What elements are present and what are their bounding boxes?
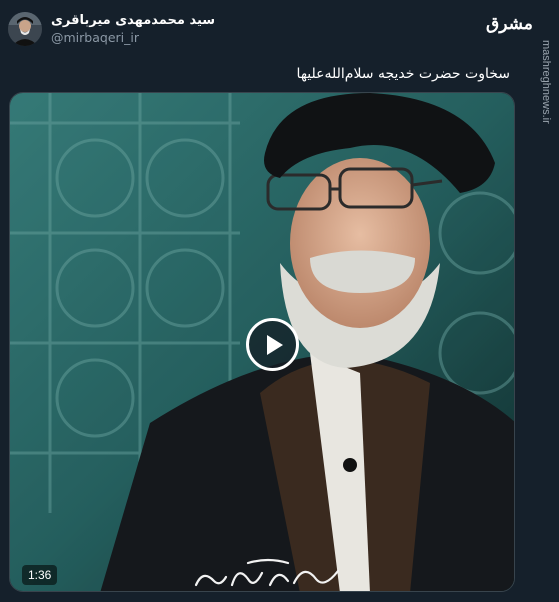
watermark-url: mashreghnews.ir [540, 40, 552, 124]
video-duration: 1:36 [22, 565, 58, 585]
avatar[interactable] [8, 12, 42, 46]
signature-watermark [194, 558, 340, 587]
tweet-text: سخاوت حضرت خدیجه سلام‌الله‌علیها [296, 66, 510, 82]
author-handle[interactable]: @mirbaqeri_ir [51, 29, 215, 46]
tweet-card: سید محمدمهدی میرباقری @mirbaqeri_ir مشرق… [0, 0, 559, 602]
play-icon [266, 334, 283, 355]
logo-text: مشرق [486, 14, 533, 34]
tweet-author[interactable]: سید محمدمهدی میرباقری @mirbaqeri_ir [8, 8, 368, 50]
video-player[interactable]: 1:36 [9, 92, 515, 592]
author-names: سید محمدمهدی میرباقری @mirbaqeri_ir [51, 12, 215, 46]
author-display-name[interactable]: سید محمدمهدی میرباقری [51, 12, 215, 29]
mashregh-logo: مشرق [486, 8, 533, 44]
play-button[interactable] [246, 318, 299, 371]
